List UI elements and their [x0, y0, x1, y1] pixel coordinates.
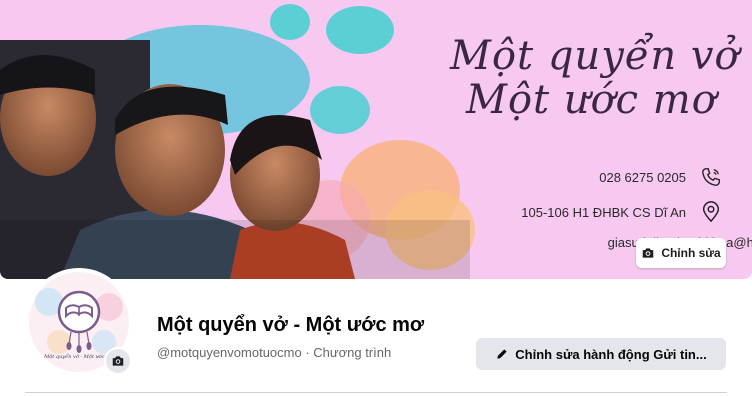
edit-action-label: Chỉnh sửa hành động Gửi tin...: [515, 346, 707, 362]
page-handle[interactable]: @motquyenvomotuocmo: [157, 345, 302, 360]
edit-cover-button[interactable]: Chỉnh sửa: [636, 238, 726, 268]
cover-tagline-line2: Một ước mơ: [466, 77, 717, 123]
page-category[interactable]: Chương trình: [313, 345, 391, 360]
meta-separator: ·: [301, 345, 314, 360]
update-avatar-button[interactable]: [104, 347, 132, 375]
page-title: Một quyển vở - Một ước mơ: [157, 314, 425, 336]
camera-icon: [112, 356, 124, 366]
pencil-icon: [497, 349, 507, 359]
cover-address: 105-106 H1 ĐHBK CS Dĩ An: [521, 201, 722, 223]
edit-cover-label: Chỉnh sửa: [661, 246, 721, 260]
edit-action-button[interactable]: Chỉnh sửa hành động Gửi tin...: [476, 338, 726, 370]
location-pin-icon: [702, 201, 720, 223]
cover-phone-text: 028 6275 0205: [599, 169, 686, 185]
cover-photo[interactable]: Một quyển vở Một ước mơ 028 6275 0205 10…: [0, 0, 752, 279]
page-meta: @motquyenvomotuocmo · Chương trình: [157, 345, 391, 360]
cover-phone: 028 6275 0205: [599, 166, 722, 188]
camera-icon: [643, 248, 654, 258]
cover-address-text: 105-106 H1 ĐHBK CS Dĩ An: [521, 204, 686, 220]
divider: [25, 392, 727, 393]
cover-tagline-line1: Một quyển vở: [450, 33, 740, 79]
phone-icon: [702, 168, 720, 186]
